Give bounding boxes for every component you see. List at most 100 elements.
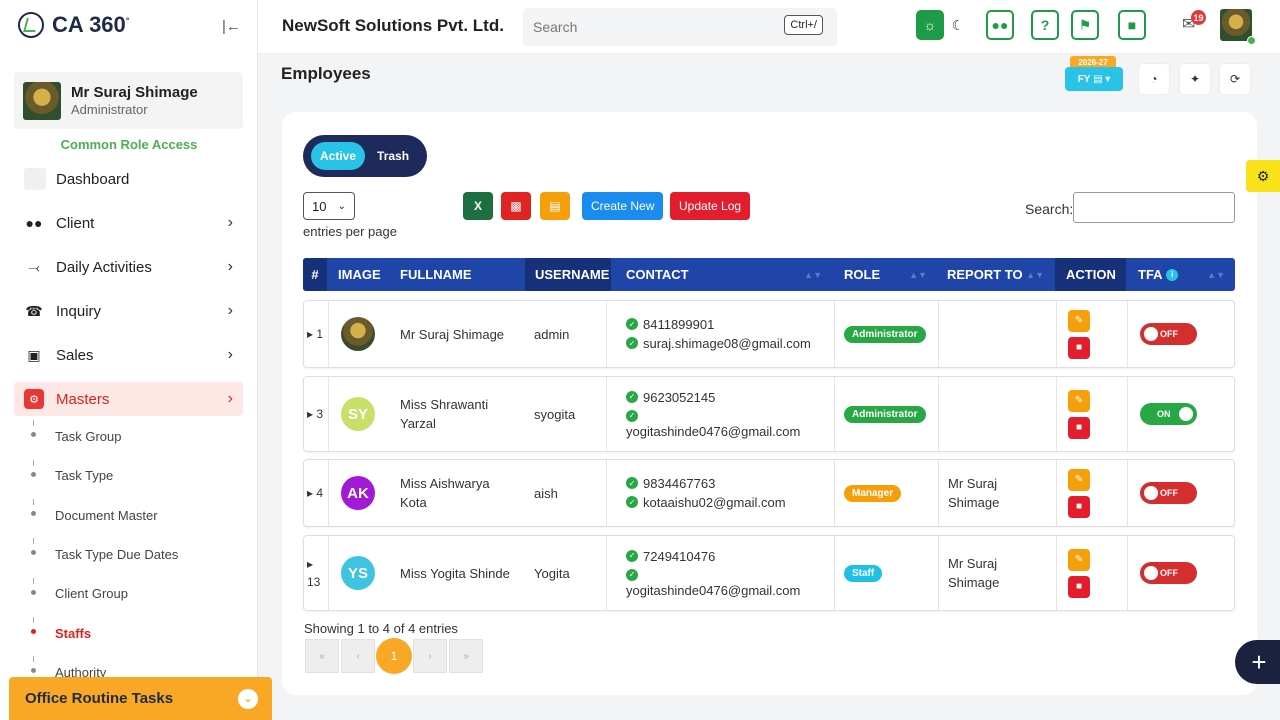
create-new-button[interactable]: Create New (582, 192, 664, 220)
sub-dot (31, 629, 36, 634)
user-card[interactable]: Mr Suraj Shimage Administrator (14, 72, 243, 129)
pin-icon: ⤙ (28, 258, 40, 275)
brand-mark: ° (125, 15, 130, 26)
chevron-right-icon: › (227, 214, 233, 231)
delete-icon[interactable]: ■ (1068, 575, 1090, 598)
divider (1056, 377, 1057, 451)
sidebar-sub-task-type[interactable]: Task Type (55, 468, 113, 483)
print-icon[interactable]: ▤ (540, 192, 570, 220)
col-number[interactable]: # (303, 258, 327, 291)
tfa-toggle[interactable]: ON (1140, 403, 1197, 425)
edit-icon[interactable]: ✎ (1068, 309, 1090, 332)
col-report-to-cell[interactable]: REPORT TO ▲▼ (937, 258, 1054, 291)
delete-icon[interactable]: ■ (1068, 495, 1090, 518)
edit-icon[interactable]: ✎ (1068, 389, 1090, 412)
divider (938, 460, 939, 526)
col-role-cell[interactable]: ROLE ▲▼ (833, 258, 937, 291)
col-fullname[interactable]: FULLNAME (400, 258, 472, 291)
sidebar-sub-staffs[interactable]: Staffs (55, 626, 91, 641)
row-phone: 9623052145 (643, 389, 716, 405)
first-page-button[interactable]: « (305, 639, 339, 673)
dark-mode-icon[interactable]: ☾ (944, 10, 972, 40)
last-page-button[interactable]: » (449, 639, 483, 673)
sidebar-item-sales[interactable]: ▣ Sales › (14, 338, 243, 372)
table-row[interactable]: ▸ 13 YS Miss Yogita Shinde Yogita ✓ 724941… (303, 535, 1235, 611)
table-search-input[interactable] (1073, 192, 1235, 223)
sidebar-sub-task-group[interactable]: Task Group (55, 429, 121, 444)
table-row[interactable]: ▸ 3 SY Miss Shrawanti Yarzal syogita ✓ 96… (303, 376, 1235, 452)
collapse-sidebar-icon[interactable]: |← (222, 18, 241, 35)
tfa-state: OFF (1160, 568, 1178, 578)
delete-icon[interactable]: ■ (1068, 416, 1090, 439)
next-page-button[interactable]: › (413, 639, 447, 673)
office-routine-tasks-bar[interactable]: Office Routine Tasks ⌄ (9, 677, 272, 720)
chevron-right-icon: › (227, 390, 233, 407)
global-search-input[interactable]: Search Ctrl+/ (523, 8, 837, 46)
sidebar-sub-task-type-due-dates[interactable]: Task Type Due Dates (55, 547, 178, 562)
table-row[interactable]: ▸ 1 Mr Suraj Shimage admin ✓ 8411899901 ✓… (303, 300, 1235, 368)
help-icon[interactable]: ? (1031, 10, 1059, 40)
refresh-icon[interactable]: ⟳ (1220, 64, 1250, 94)
settings-gear-icon[interactable]: ⚙ (1246, 160, 1280, 192)
brand-name: CA 360 (52, 12, 126, 37)
table-row[interactable]: ▸ 4 AK Miss Aishwarya Kota aish ✓ 9834467… (303, 459, 1235, 527)
tab-active[interactable]: Active (311, 142, 366, 170)
prev-page-button[interactable]: ‹ (341, 639, 375, 673)
announcement-icon[interactable]: ⚑ (1071, 10, 1099, 40)
avatar: YS (341, 556, 375, 590)
pin-icon[interactable]: ✦ (1180, 64, 1210, 94)
col-contact: CONTACT (626, 267, 689, 282)
sidebar-sub-client-group[interactable]: Client Group (55, 586, 128, 601)
tfa-toggle[interactable]: OFF (1140, 482, 1197, 504)
pie-chart-icon[interactable]: ◔ (1139, 64, 1169, 94)
fy-select-button[interactable]: FY ▤ ▾ (1065, 67, 1123, 91)
sidebar-sub-document-master[interactable]: Document Master (55, 508, 158, 523)
add-fab-button[interactable]: + (1235, 640, 1280, 684)
entries-per-page-select[interactable]: 10 ⌄ (303, 192, 355, 220)
sidebar-item-inquiry[interactable]: ☎ Inquiry › (14, 294, 243, 328)
expand-toggle[interactable]: ▸ 4 (307, 460, 323, 526)
tab-trash[interactable]: Trash (377, 149, 409, 163)
col-contact-cell[interactable]: CONTACT ▲▼ (626, 258, 832, 291)
col-tfa-cell[interactable]: TFA i ▲▼ (1126, 258, 1235, 291)
sidebar-item-daily-activities[interactable]: ⤙ Daily Activities › (14, 250, 243, 284)
sidebar-item-client[interactable]: ●● Client › (14, 206, 243, 240)
col-username[interactable]: USERNAME (525, 258, 611, 291)
page-button-current[interactable]: 1 (376, 638, 412, 674)
divider (938, 301, 939, 367)
chevron-down-icon: ⌄ (337, 200, 346, 212)
delete-icon[interactable]: ■ (1068, 336, 1090, 359)
expand-toggle[interactable]: ▸ 3 (307, 377, 323, 451)
export-excel-icon[interactable]: X (463, 192, 493, 220)
update-log-button[interactable]: Update Log (670, 192, 751, 220)
team-icon[interactable]: ●● (986, 10, 1014, 40)
expand-toggle[interactable]: ▸ 13 (307, 536, 320, 610)
chevron-down-icon[interactable]: ⌄ (238, 688, 258, 709)
search-placeholder: Search (533, 19, 578, 35)
brand[interactable]: CA 360° (18, 12, 129, 38)
tfa-toggle[interactable]: OFF (1140, 323, 1197, 345)
profile-avatar[interactable] (1220, 9, 1252, 41)
sort-icon: ▲▼ (909, 269, 927, 280)
sub-line (33, 499, 34, 505)
lock-icon[interactable]: ■ (1118, 10, 1146, 40)
edit-icon[interactable]: ✎ (1068, 548, 1090, 571)
row-fullname: Miss Aishwarya Kota (400, 476, 490, 510)
check-icon: ✓ (626, 568, 638, 581)
col-action: ACTION (1055, 258, 1126, 291)
sort-icon: ▲▼ (804, 269, 822, 280)
sidebar-item-masters[interactable]: ⚙ Masters › (14, 382, 243, 416)
sort-icon: ▲▼ (1207, 269, 1225, 280)
role-badge: Manager (844, 484, 902, 502)
tfa-toggle[interactable]: OFF (1140, 562, 1197, 584)
sub-dot (31, 472, 36, 477)
light-mode-icon[interactable]: ☼ (916, 10, 944, 40)
sidebar-item-dashboard[interactable]: Dashboard (14, 162, 243, 196)
divider (1056, 460, 1057, 526)
edit-icon[interactable]: ✎ (1068, 468, 1090, 491)
sub-line (33, 578, 34, 584)
expand-toggle[interactable]: ▸ 1 (307, 301, 323, 367)
divider (606, 460, 607, 526)
export-pdf-icon[interactable]: ▩ (501, 192, 531, 220)
user-name: Mr Suraj Shimage (71, 84, 198, 101)
